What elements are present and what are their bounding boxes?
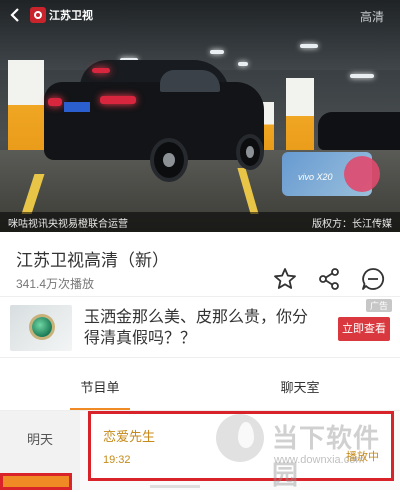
share-button[interactable]	[316, 266, 342, 292]
jade-ring-image	[32, 317, 52, 337]
favorite-button[interactable]	[272, 266, 298, 292]
ceiling-light	[350, 74, 374, 78]
in-video-ad-logo	[344, 156, 380, 192]
comment-button[interactable]	[360, 266, 386, 292]
caption-bar: 咪咕视讯央视易橙联合运营 版权方：长江传媒	[0, 212, 400, 232]
ad-banner[interactable]: 玉洒金那么美、皮那么贵，你分得清真假吗？？ 广告 立即查看	[0, 296, 400, 358]
car-wheel	[236, 134, 264, 170]
schedule-list: 明天 恋爱先生 19:32 播放中	[0, 411, 400, 490]
player-top-bar: 江苏卫视	[0, 0, 400, 30]
parked-car	[318, 112, 400, 150]
star-icon	[272, 266, 298, 292]
car-tail-light	[48, 98, 62, 106]
car-tail-light	[100, 96, 136, 104]
program-item-status: 播放中	[346, 451, 379, 463]
day-item-selected[interactable]	[0, 473, 72, 490]
program-item-next[interactable]	[150, 485, 200, 488]
car-wheel	[150, 138, 188, 182]
day-column: 明天	[0, 411, 80, 490]
car-brake-light	[92, 68, 110, 73]
quality-selector[interactable]: 高清	[360, 8, 384, 25]
channel-logo: 江苏卫视	[30, 7, 93, 23]
tab-chatroom[interactable]: 聊天室	[200, 366, 400, 410]
channel-logo-text: 江苏卫视	[49, 10, 93, 22]
day-item-tomorrow[interactable]: 明天	[0, 429, 80, 448]
program-item-current[interactable]: 恋爱先生 19:32 播放中	[88, 411, 394, 481]
video-player[interactable]: vivo X20 江苏卫视 高清 咪咕视讯央视易橙联合运营 版权方：长江传媒	[0, 0, 400, 232]
program-item-time: 19:32	[103, 454, 131, 466]
in-video-ad-text: vivo X20	[298, 172, 333, 182]
ceiling-light	[238, 62, 248, 66]
program-item-name: 恋爱先生	[103, 429, 156, 444]
parking-pillar	[8, 60, 44, 160]
tab-bar: 节目单 聊天室	[0, 366, 400, 411]
back-button[interactable]	[0, 0, 30, 30]
program-title: 江苏卫视高清（新）	[16, 251, 169, 270]
license-plate	[64, 102, 90, 112]
ceiling-light	[300, 44, 318, 48]
operator-caption: 咪咕视讯央视易橙联合运营	[8, 218, 128, 230]
ad-text: 玉洒金那么美、皮那么贵，你分得清真假吗？？	[84, 309, 309, 347]
copyright-caption: 版权方：长江传媒	[312, 218, 392, 230]
ad-image	[10, 305, 72, 351]
ad-label: 广告	[365, 299, 392, 312]
back-arrow-icon	[9, 7, 21, 23]
tab-schedule[interactable]: 节目单	[0, 366, 200, 410]
share-icon	[316, 266, 342, 292]
car-window	[160, 70, 220, 92]
ceiling-light	[210, 50, 224, 54]
channel-logo-icon	[30, 7, 46, 23]
view-count: 341.4万次播放	[16, 277, 95, 291]
ad-view-button[interactable]: 立即查看	[338, 317, 390, 341]
comment-icon	[360, 266, 386, 292]
program-info: 江苏卫视高清（新） 341.4万次播放	[0, 232, 400, 294]
